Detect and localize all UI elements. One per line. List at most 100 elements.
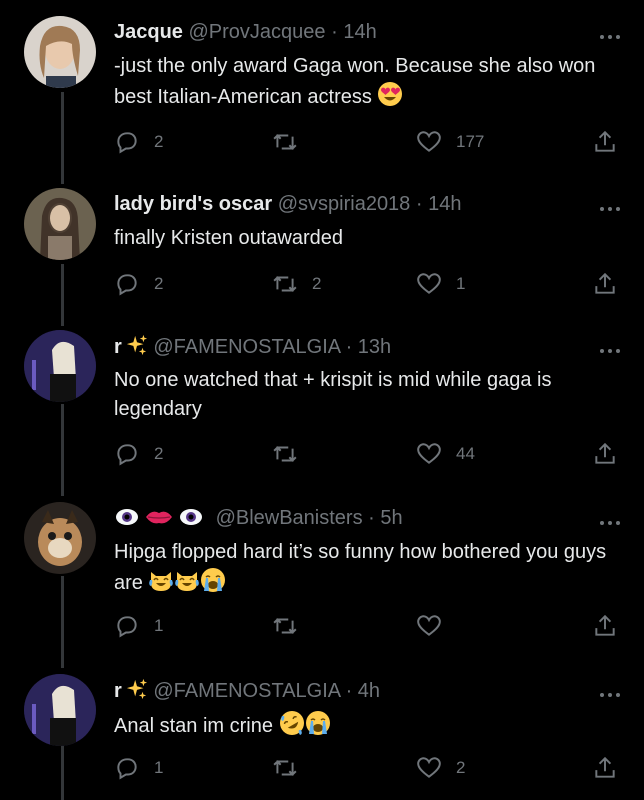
share-button[interactable] bbox=[592, 440, 632, 468]
reply-icon bbox=[117, 758, 137, 780]
heart-eyes-emoji-icon bbox=[377, 81, 403, 116]
tweet-text-content: finally Kristen outawarded bbox=[114, 227, 344, 249]
share-icon bbox=[595, 756, 615, 778]
tweet-text: -just the only award Gaga won. Because s… bbox=[114, 52, 614, 116]
tweet-header: r @FAMENOSTALGIA · 13h bbox=[114, 334, 391, 359]
separator: · bbox=[368, 507, 375, 529]
timestamp[interactable]: 4h bbox=[358, 680, 380, 702]
share-icon bbox=[595, 130, 615, 152]
reply-button[interactable]: 2 bbox=[114, 440, 163, 468]
avatar[interactable] bbox=[24, 330, 96, 402]
reply-count: 2 bbox=[154, 444, 164, 463]
tweet-text-content: Anal stan im crine bbox=[114, 715, 273, 737]
avatar[interactable] bbox=[24, 16, 96, 88]
more-options-icon[interactable] bbox=[598, 26, 622, 39]
timestamp[interactable]: 14h bbox=[428, 193, 461, 215]
retweet-icon bbox=[273, 760, 297, 776]
user-handle[interactable]: @FAMENOSTALGIA bbox=[153, 336, 340, 358]
avatar[interactable] bbox=[24, 674, 96, 746]
tweet-header: lady bird's oscar @svspiria2018 · 14h bbox=[114, 192, 461, 216]
reply-button[interactable]: 2 bbox=[114, 270, 163, 298]
retweet-icon bbox=[273, 446, 297, 462]
like-button[interactable]: 2 bbox=[416, 754, 465, 782]
timestamp[interactable]: 5h bbox=[380, 507, 402, 529]
share-button[interactable] bbox=[592, 270, 632, 298]
reply-icon bbox=[117, 616, 137, 638]
tweet[interactable]: Jacque @ProvJacquee · 14h -just the only… bbox=[0, 0, 644, 172]
tweet-actions: 2 2 1 bbox=[114, 270, 634, 298]
tweet-header: @BlewBanisters · 5h bbox=[114, 506, 403, 530]
share-button[interactable] bbox=[592, 128, 632, 156]
like-count: 177 bbox=[456, 132, 485, 151]
retweet-count: 2 bbox=[312, 274, 322, 293]
reply-button[interactable]: 1 bbox=[114, 612, 163, 640]
tweet-text: Hipga flopped hard it’s so funny how bot… bbox=[114, 538, 614, 602]
heart-icon bbox=[417, 273, 441, 294]
like-button[interactable]: 44 bbox=[416, 440, 475, 468]
timestamp[interactable]: 14h bbox=[343, 21, 376, 43]
sparkles-emoji-icon bbox=[126, 334, 147, 356]
tweet-text: finally Kristen outawarded bbox=[114, 224, 614, 253]
heart-icon bbox=[417, 131, 441, 152]
reply-icon bbox=[117, 132, 137, 154]
like-count: 2 bbox=[456, 758, 466, 777]
cat-tears-of-joy-emoji-icon bbox=[148, 567, 174, 602]
like-button[interactable]: 177 bbox=[416, 128, 484, 156]
share-button[interactable] bbox=[592, 612, 632, 640]
like-button[interactable]: 1 bbox=[416, 270, 465, 298]
display-name[interactable]: r bbox=[114, 336, 122, 358]
tweet[interactable]: @BlewBanisters · 5h Hipga flopped hard i… bbox=[0, 486, 644, 658]
user-handle[interactable]: @svspiria2018 bbox=[278, 193, 411, 215]
more-options-icon[interactable] bbox=[598, 512, 622, 525]
reply-icon bbox=[117, 274, 137, 296]
reply-button[interactable]: 2 bbox=[114, 128, 163, 156]
display-name[interactable]: r bbox=[114, 680, 122, 702]
like-button[interactable] bbox=[416, 612, 456, 640]
more-options-icon[interactable] bbox=[598, 198, 622, 211]
tweet-header: r @FAMENOSTALGIA · 4h bbox=[114, 678, 380, 703]
retweet-icon bbox=[273, 276, 297, 292]
heart-icon bbox=[417, 443, 441, 464]
heart-icon bbox=[417, 615, 441, 636]
rolling-laughing-emoji-icon bbox=[279, 710, 305, 745]
retweet-icon bbox=[273, 618, 297, 634]
tweet-actions: 1 2 bbox=[114, 754, 634, 782]
user-handle[interactable]: @FAMENOSTALGIA bbox=[153, 680, 340, 702]
eye-emoji-icon bbox=[116, 509, 138, 525]
tweet-text: No one watched that + krispit is mid whi… bbox=[114, 366, 614, 424]
like-count: 1 bbox=[456, 274, 466, 293]
retweet-button[interactable] bbox=[272, 612, 312, 640]
tweet[interactable]: r @FAMENOSTALGIA · 13h No one watched th… bbox=[0, 314, 644, 486]
avatar[interactable] bbox=[24, 502, 96, 574]
tweet-actions: 2 44 bbox=[114, 440, 634, 468]
display-name[interactable]: Jacque bbox=[114, 21, 183, 43]
share-icon bbox=[595, 272, 615, 294]
tweet-text: Anal stan im crine bbox=[114, 710, 614, 745]
retweet-button[interactable] bbox=[272, 754, 312, 782]
tweet[interactable]: r @FAMENOSTALGIA · 4h Anal stan im crine… bbox=[0, 658, 644, 800]
more-options-icon[interactable] bbox=[598, 340, 622, 353]
lips-emoji-icon bbox=[146, 511, 172, 524]
separator: · bbox=[331, 21, 338, 43]
user-handle[interactable]: @ProvJacquee bbox=[189, 21, 326, 43]
tweet-text-content: -just the only award Gaga won. Because s… bbox=[114, 55, 596, 108]
separator: · bbox=[415, 193, 423, 215]
retweet-button[interactable] bbox=[272, 128, 312, 156]
retweet-button[interactable] bbox=[272, 440, 312, 468]
retweet-button[interactable]: 2 bbox=[272, 270, 321, 298]
user-handle[interactable]: @BlewBanisters bbox=[216, 507, 363, 529]
share-icon bbox=[595, 614, 615, 636]
loudly-crying-emoji-icon bbox=[305, 710, 331, 745]
eye-emoji-icon bbox=[180, 509, 202, 525]
share-button[interactable] bbox=[592, 754, 632, 782]
display-name[interactable]: lady bird's oscar bbox=[114, 193, 272, 215]
cat-tears-of-joy-emoji-icon bbox=[174, 567, 200, 602]
avatar[interactable] bbox=[24, 188, 96, 260]
more-options-icon[interactable] bbox=[598, 684, 622, 697]
tweet-actions: 2 177 bbox=[114, 128, 634, 156]
reply-count: 2 bbox=[154, 132, 164, 151]
reply-icon bbox=[117, 444, 137, 466]
reply-button[interactable]: 1 bbox=[114, 754, 163, 782]
timestamp[interactable]: 13h bbox=[358, 336, 391, 358]
tweet-header: Jacque @ProvJacquee · 14h bbox=[114, 20, 377, 44]
